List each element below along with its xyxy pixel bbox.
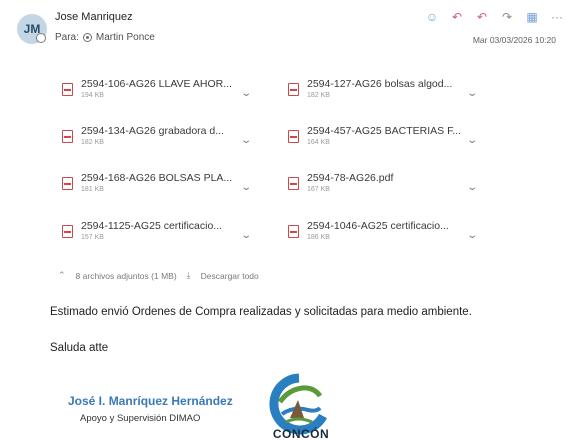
to-label: Para:: [55, 32, 79, 43]
presence-icon: [36, 33, 46, 43]
pdf-file-icon: [288, 130, 299, 143]
pdf-file-icon: [288, 83, 299, 96]
attachment-size: 181 KB: [81, 186, 104, 193]
pdf-file-icon: [62, 130, 73, 143]
chevron-down-icon[interactable]: ⌄: [240, 182, 252, 193]
logo-wordmark: CONCÓN: [272, 427, 330, 441]
pdf-file-icon: [62, 83, 73, 96]
chevron-down-icon[interactable]: ⌄: [240, 135, 252, 146]
attachment-item[interactable]: 2594-168-AG26 BOLSAS PLA... 181 KB ⌄: [62, 172, 252, 210]
chevron-down-icon[interactable]: ⌄: [466, 135, 478, 146]
recipient-row: Para: Martin Ponce: [55, 32, 155, 43]
attachment-name: 2594-127-AG26 bolsas algod...: [307, 78, 453, 90]
reply-all-icon[interactable]: ↶: [474, 9, 490, 25]
attachment-size: 182 KB: [81, 139, 104, 146]
forward-icon[interactable]: ↷: [499, 9, 515, 25]
message-closing: Saluda atte: [50, 342, 109, 354]
signature-name: José I. Manríquez Hernández: [68, 394, 233, 408]
attachment-name: 2594-1046-AG25 certificacio...: [307, 220, 449, 232]
attachment-item[interactable]: 2594-457-AG25 BACTERIAS F... 164 KB ⌄: [288, 125, 478, 163]
recipient-status-icon: [82, 33, 92, 42]
download-all-link[interactable]: Descargar todo: [201, 271, 259, 281]
pdf-file-icon: [62, 177, 73, 190]
attachment-size: 157 KB: [81, 234, 104, 241]
chevron-down-icon[interactable]: ⌄: [466, 88, 478, 99]
download-icon[interactable]: ⤓: [187, 270, 191, 281]
attachments-count[interactable]: 8 archivos adjuntos (1 MB): [76, 271, 177, 281]
recipient-name[interactable]: Martin Ponce: [96, 32, 155, 43]
signature-role: Apoyo y Supervisión DIMAO: [80, 413, 201, 424]
attachment-size: 194 KB: [81, 92, 104, 99]
chevron-down-icon[interactable]: ⌄: [466, 230, 478, 241]
pdf-file-icon: [288, 225, 299, 238]
attachment-name: 2594-1125-AG25 certificacio...: [81, 220, 223, 232]
message-actions: ☺ ↶ ↶ ↷ ▦ ···: [424, 8, 566, 26]
collapse-icon[interactable]: ⌃: [58, 270, 66, 281]
attachment-name: 2594-106-AG26 LLAVE AHOR...: [81, 78, 232, 90]
attachment-size: 164 KB: [307, 139, 330, 146]
attachment-item[interactable]: 2594-106-AG26 LLAVE AHOR... 194 KB ⌄: [62, 78, 252, 116]
smiley-icon[interactable]: ☺: [424, 9, 440, 25]
message-body-line: Estimado envió Ordenes de Compra realiza…: [50, 306, 472, 318]
attachment-name: 2594-168-AG26 BOLSAS PLA...: [81, 172, 233, 184]
sender-name[interactable]: Jose Manriquez: [55, 11, 133, 23]
apps-icon[interactable]: ▦: [524, 9, 540, 25]
attachment-item[interactable]: 2594-127-AG26 bolsas algod... 182 KB ⌄: [288, 78, 478, 116]
chevron-down-icon[interactable]: ⌄: [240, 230, 252, 241]
attachment-item[interactable]: 2594-134-AG26 grabadora d... 182 KB ⌄: [62, 125, 252, 163]
pdf-file-icon: [288, 177, 299, 190]
attachment-name: 2594-78-AG26.pdf: [307, 172, 394, 184]
more-icon[interactable]: ···: [549, 9, 565, 25]
attachment-item[interactable]: 2594-1125-AG25 certificacio... 157 KB ⌄: [62, 220, 252, 258]
attachment-size: 186 KB: [307, 234, 330, 241]
email-date: Mar 03/03/2026 10:20: [472, 35, 556, 45]
attachment-item[interactable]: 2594-1046-AG25 certificacio... 186 KB ⌄: [288, 220, 478, 258]
attachment-item[interactable]: 2594-78-AG26.pdf 167 KB ⌄: [288, 172, 478, 210]
attachment-name: 2594-457-AG25 BACTERIAS F...: [307, 125, 462, 137]
email-header: JM Jose Manriquez Para: Martin Ponce Mar…: [0, 0, 566, 60]
attachment-size: 182 KB: [307, 92, 330, 99]
chevron-down-icon[interactable]: ⌄: [240, 88, 252, 99]
chevron-down-icon[interactable]: ⌄: [466, 182, 478, 193]
reply-icon[interactable]: ↶: [449, 9, 465, 25]
pdf-file-icon: [62, 225, 73, 238]
attachments-summary: ⌃ 8 archivos adjuntos (1 MB) ⤓ Descargar…: [58, 270, 259, 281]
attachment-name: 2594-134-AG26 grabadora d...: [81, 125, 225, 137]
attachment-size: 167 KB: [307, 186, 330, 193]
